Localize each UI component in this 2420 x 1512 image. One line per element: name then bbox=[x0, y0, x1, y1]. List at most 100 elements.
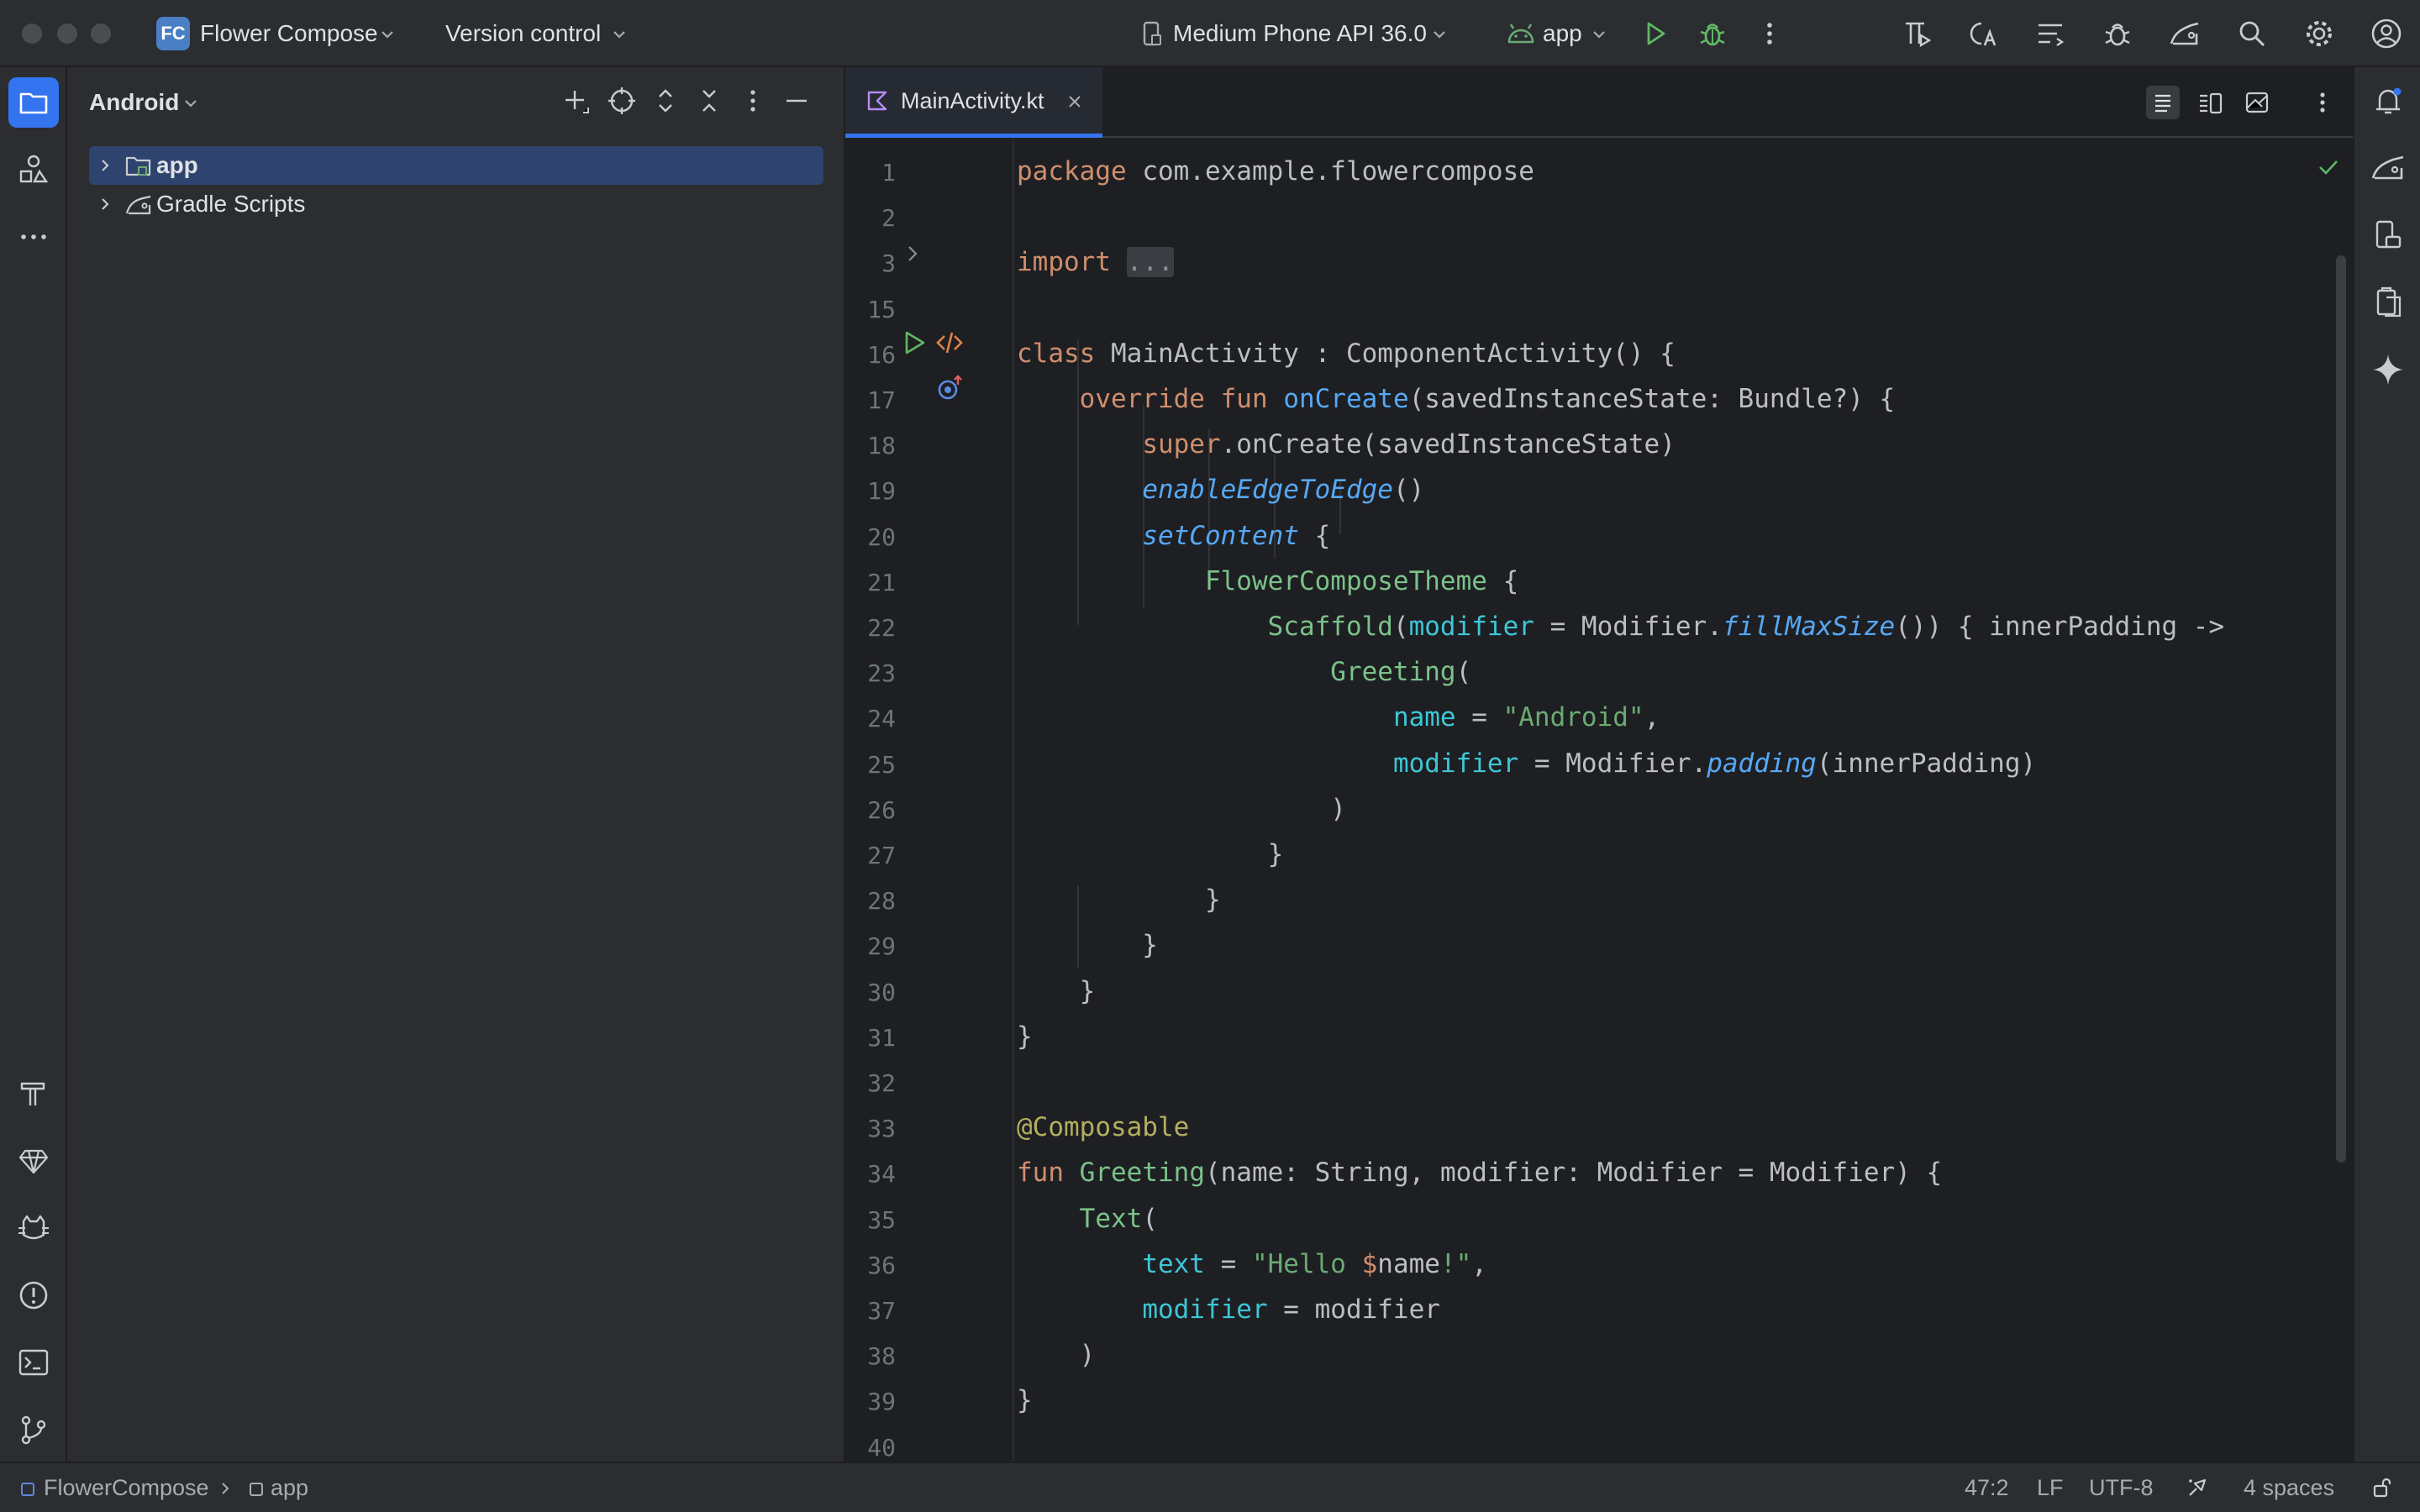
translate-icon[interactable] bbox=[1965, 15, 2002, 52]
minimize-window-button[interactable] bbox=[57, 24, 77, 44]
code-line[interactable]: } bbox=[1017, 976, 1096, 1006]
project-name-dropdown[interactable]: Flower Compose bbox=[200, 0, 378, 67]
run-config-selector[interactable]: app bbox=[1543, 0, 1582, 67]
lock-icon[interactable] bbox=[2371, 1477, 2393, 1499]
notifications-icon[interactable] bbox=[2370, 82, 2407, 119]
code-line[interactable]: @Composable bbox=[1017, 1112, 1189, 1142]
code-line[interactable]: setContent { bbox=[1017, 521, 1330, 551]
project-view-dropdown[interactable]: Android bbox=[89, 67, 179, 138]
version-control-dropdown[interactable]: Version control bbox=[445, 0, 601, 67]
code-line[interactable]: enableEdgeToEdge() bbox=[1017, 475, 1424, 505]
gemini-icon[interactable] bbox=[2370, 351, 2407, 388]
code-view-icon[interactable] bbox=[2146, 86, 2180, 119]
more-icon[interactable] bbox=[1751, 15, 1788, 52]
breadcrumb-module[interactable]: app bbox=[271, 1463, 308, 1512]
close-window-button[interactable] bbox=[22, 24, 42, 44]
caret-position[interactable]: 47:2 bbox=[1965, 1463, 2009, 1512]
code-preview-icon[interactable] bbox=[934, 328, 965, 358]
code-line[interactable]: import ... bbox=[1017, 247, 1174, 278]
device-explorer-icon[interactable] bbox=[2370, 217, 2407, 254]
project-tool-button[interactable] bbox=[8, 77, 59, 128]
code-line[interactable]: override fun onCreate(savedInstanceState… bbox=[1017, 384, 1896, 414]
code-line[interactable]: ) bbox=[1017, 1340, 1096, 1370]
tab-label: MainActivity.kt bbox=[901, 88, 1044, 113]
logcat-tool-button[interactable] bbox=[8, 1203, 59, 1253]
editor-scrollbar[interactable] bbox=[2336, 255, 2346, 1163]
code-line[interactable]: name = "Android", bbox=[1017, 702, 1660, 732]
code-line[interactable]: Greeting( bbox=[1017, 657, 1471, 687]
problems-tool-button[interactable] bbox=[8, 1270, 59, 1320]
chevron-right-icon[interactable] bbox=[96, 195, 114, 213]
code-line[interactable]: ) bbox=[1017, 794, 1346, 824]
options-icon[interactable] bbox=[736, 84, 770, 118]
indent-setting[interactable]: 4 spaces bbox=[2244, 1463, 2334, 1512]
build-tool-button[interactable] bbox=[8, 1068, 59, 1119]
build-variant-icon[interactable] bbox=[1899, 15, 1936, 52]
design-view-icon[interactable] bbox=[2240, 86, 2274, 119]
git-tool-button[interactable] bbox=[8, 1404, 59, 1455]
code-style-icon[interactable] bbox=[2186, 1477, 2208, 1499]
file-encoding[interactable]: UTF-8 bbox=[2089, 1463, 2154, 1512]
tree-item-label: app bbox=[156, 152, 198, 178]
minimize-panel-icon[interactable] bbox=[780, 84, 813, 118]
settings-icon[interactable] bbox=[2301, 15, 2338, 52]
structure-icon[interactable] bbox=[2032, 15, 2069, 52]
tree-item-app[interactable]: app bbox=[89, 146, 823, 185]
line-number: 21 bbox=[867, 568, 896, 596]
terminal-tool-button[interactable] bbox=[8, 1337, 59, 1388]
code-line[interactable]: modifier = Modifier.padding(innerPadding… bbox=[1017, 748, 2036, 779]
code-line[interactable]: package com.example.flowercompose bbox=[1017, 156, 1534, 186]
tab-mainactivity[interactable]: MainActivity.kt bbox=[845, 67, 1102, 138]
code-area[interactable]: 1 package com.example.flowercompose 2 3 impo… bbox=[845, 138, 2353, 1462]
code-line[interactable]: } bbox=[1017, 1021, 1033, 1052]
code-line[interactable]: } bbox=[1017, 885, 1221, 915]
editor-more-icon[interactable] bbox=[2306, 86, 2339, 119]
code-line[interactable]: } bbox=[1017, 839, 1284, 869]
profiler-icon[interactable] bbox=[2099, 15, 2136, 52]
tree-item-gradle-scripts[interactable]: Gradle Scripts bbox=[89, 185, 823, 223]
locate-icon[interactable] bbox=[605, 84, 639, 118]
debug-icon[interactable] bbox=[1694, 15, 1731, 52]
code-line[interactable]: super.onCreate(savedInstanceState) bbox=[1017, 429, 1676, 459]
chevron-right-icon bbox=[222, 1483, 229, 1494]
zoom-window-button[interactable] bbox=[91, 24, 111, 44]
resource-manager-button[interactable] bbox=[8, 144, 59, 195]
run-icon[interactable] bbox=[1637, 15, 1674, 52]
inspection-ok-icon[interactable] bbox=[2316, 155, 2341, 180]
add-icon[interactable] bbox=[560, 84, 593, 118]
collapse-all-icon[interactable] bbox=[692, 84, 726, 118]
code-line[interactable]: FlowerComposeTheme { bbox=[1017, 566, 1518, 596]
close-icon[interactable] bbox=[1065, 92, 1084, 111]
code-line[interactable]: modifier = modifier bbox=[1017, 1294, 1440, 1325]
device-manager-icon[interactable] bbox=[2166, 15, 2203, 52]
run-gutter-icon[interactable] bbox=[899, 328, 929, 358]
chevron-right-icon[interactable] bbox=[96, 156, 114, 175]
code-line[interactable]: fun Greeting(name: String, modifier: Mod… bbox=[1017, 1158, 1942, 1188]
code-line[interactable]: } bbox=[1017, 1385, 1033, 1415]
line-number: 1 bbox=[881, 159, 896, 186]
clipboard-icon[interactable] bbox=[2370, 284, 2407, 321]
code-line[interactable]: } bbox=[1017, 930, 1158, 960]
gradle-icon[interactable] bbox=[2370, 150, 2407, 186]
line-separator[interactable]: LF bbox=[2037, 1463, 2064, 1512]
search-icon[interactable] bbox=[2233, 15, 2270, 52]
more-tools-button[interactable] bbox=[8, 212, 59, 262]
chevron-down-icon bbox=[381, 31, 393, 39]
gradle-icon bbox=[125, 195, 151, 215]
expand-all-icon[interactable] bbox=[649, 84, 682, 118]
code-line[interactable]: text = "Hello $name!", bbox=[1017, 1249, 1487, 1279]
breadcrumb-root[interactable]: FlowerCompose bbox=[44, 1463, 209, 1512]
code-line[interactable]: Scaffold(modifier = Modifier.fillMaxSize… bbox=[1017, 612, 2225, 642]
split-view-icon[interactable] bbox=[2193, 86, 2227, 119]
fold-chevron-icon[interactable] bbox=[897, 239, 928, 269]
tree-item-label: Gradle Scripts bbox=[156, 191, 306, 217]
code-line[interactable]: Text( bbox=[1017, 1204, 1158, 1234]
code-line[interactable]: class MainActivity : ComponentActivity()… bbox=[1017, 339, 1676, 369]
project-badge[interactable]: FC bbox=[156, 17, 190, 50]
line-number: 23 bbox=[867, 659, 896, 688]
device-selector[interactable]: Medium Phone API 36.0 bbox=[1173, 0, 1427, 67]
override-gutter-icon[interactable] bbox=[934, 373, 965, 403]
gem-tool-button[interactable] bbox=[8, 1136, 59, 1186]
account-icon[interactable] bbox=[2368, 15, 2405, 52]
more-tools-icon bbox=[17, 220, 50, 254]
